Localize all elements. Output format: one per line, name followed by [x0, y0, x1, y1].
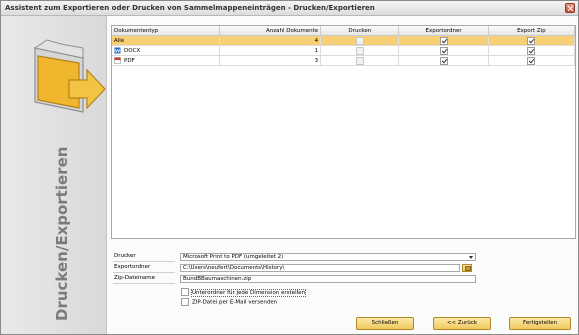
dialog-window: Assistent zum Exportieren oder Drucken v… — [0, 0, 579, 335]
pdf-file-icon — [114, 57, 121, 64]
document-count-cell: 1 — [219, 45, 322, 56]
word-file-icon — [114, 47, 121, 54]
print-checkbox — [355, 36, 364, 45]
column-header-print[interactable]: Drucken — [320, 26, 400, 36]
table-header-row: Dokumententyp Anzahl Dokumente Drucken E… — [112, 26, 576, 36]
email-option[interactable]: ZIP-Datei per E-Mail versenden — [181, 298, 277, 306]
email-zip-checkbox[interactable] — [181, 298, 189, 306]
document-count-cell: 4 — [219, 35, 322, 46]
export-folder-field[interactable]: C:\Users\neufert\Documents\History\ — [180, 264, 460, 272]
column-header-export-zip[interactable]: Export Zip — [488, 26, 576, 36]
subfolder-option[interactable]: Unterordner für jede Dimension erstellen — [181, 288, 307, 297]
export-folder-value: C:\Users\neufert\Documents\History\ — [183, 265, 285, 271]
form-divider — [113, 272, 175, 273]
email-option-label: ZIP-Datei per E-Mail versenden — [192, 299, 278, 306]
export-folder-checkbox[interactable] — [439, 36, 448, 45]
chevron-down-icon — [469, 256, 473, 259]
export-folder-label: Exportordner — [114, 264, 151, 270]
subfolder-option-label: Unterordner für jede Dimension erstellen — [190, 288, 307, 297]
zip-filename-label: Zip-Dateiname — [114, 275, 156, 281]
document-type-cell: PDF — [124, 58, 135, 64]
close-window-button[interactable] — [565, 3, 575, 13]
printer-value: Microsoft Print to PDF (umgeleitet 2) — [183, 254, 284, 260]
page-vertical-title: Drucken/Exportieren — [53, 146, 71, 321]
table-row[interactable]: PDF 3 — [112, 55, 576, 66]
folder-export-icon — [33, 39, 106, 113]
browse-folder-button[interactable] — [462, 264, 472, 272]
column-header-document-count[interactable]: Anzahl Dokumente — [219, 26, 322, 36]
export-zip-checkbox[interactable] — [527, 56, 536, 65]
zip-filename-value: BundBBaumaschinen.zip — [183, 276, 252, 282]
printer-label: Drucker — [114, 253, 136, 259]
document-count-cell: 3 — [219, 55, 322, 66]
table-row[interactable]: Alle 4 — [112, 35, 576, 46]
export-folder-checkbox[interactable] — [439, 56, 448, 65]
form-divider — [113, 261, 175, 262]
export-folder-checkbox[interactable] — [439, 46, 448, 55]
document-type-table: Dokumententyp Anzahl Dokumente Drucken E… — [111, 25, 576, 239]
export-zip-checkbox[interactable] — [527, 36, 536, 45]
zip-filename-field[interactable]: BundBBaumaschinen.zip — [180, 275, 476, 283]
title-bar[interactable]: Assistent zum Exportieren oder Drucken v… — [1, 1, 578, 16]
document-type-cell: DOCX — [124, 48, 141, 54]
document-type-cell: Alle — [114, 37, 125, 44]
finish-button[interactable]: Fertigstellen — [509, 317, 571, 330]
print-checkbox — [355, 46, 364, 55]
print-checkbox — [355, 56, 364, 65]
back-button[interactable]: << Zurück — [433, 317, 491, 330]
export-zip-checkbox[interactable] — [527, 46, 536, 55]
column-header-document-type[interactable]: Dokumententyp — [112, 26, 220, 36]
printer-dropdown[interactable]: Microsoft Print to PDF (umgeleitet 2) — [180, 253, 476, 261]
close-button[interactable]: Schließen — [356, 317, 414, 330]
window-title: Assistent zum Exportieren oder Drucken v… — [5, 4, 375, 12]
side-panel: Drucken/Exportieren — [1, 16, 107, 334]
subfolder-checkbox[interactable] — [181, 288, 189, 296]
table-row[interactable]: DOCX 1 — [112, 45, 576, 56]
column-header-export-folder[interactable]: Exportordner — [398, 26, 489, 36]
form-divider — [113, 283, 175, 284]
